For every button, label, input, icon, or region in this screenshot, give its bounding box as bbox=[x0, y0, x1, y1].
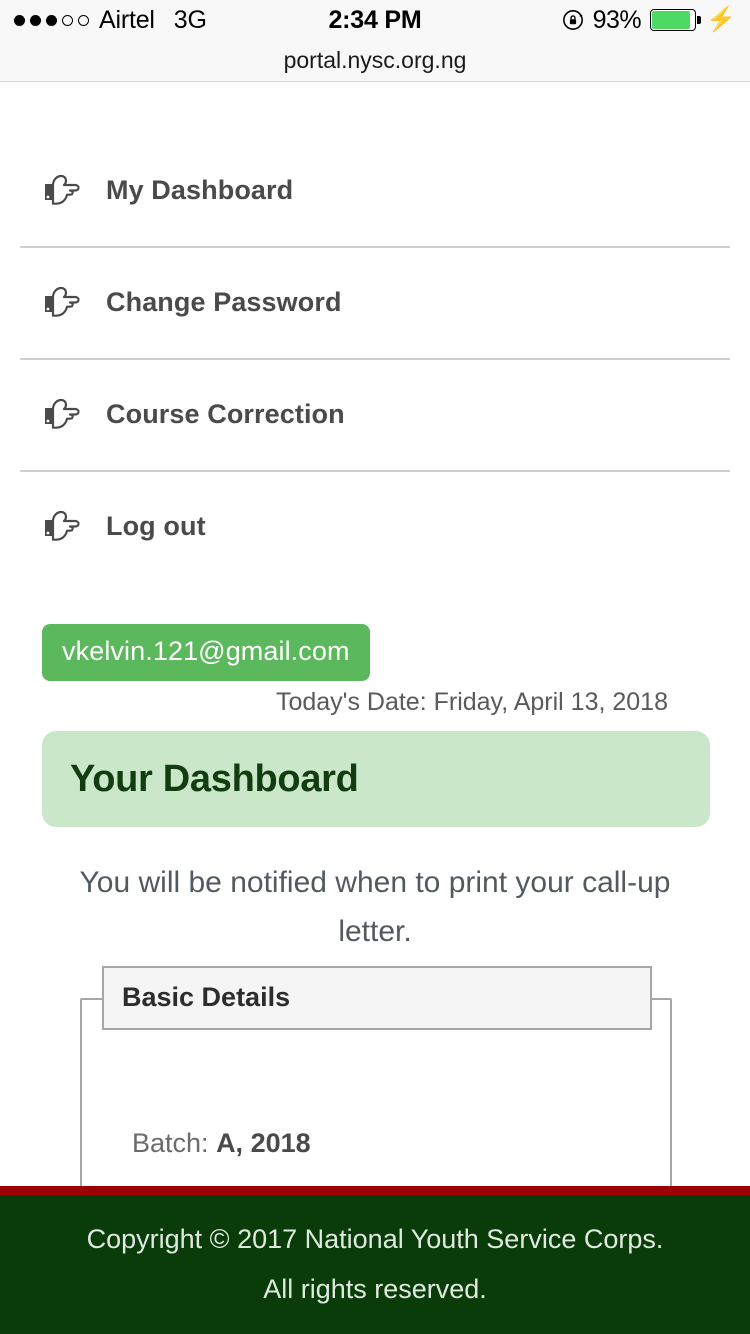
basic-details-legend-label: Basic Details bbox=[122, 982, 291, 1013]
callup-notice-text: You will be notified when to print your … bbox=[79, 866, 671, 948]
signal-dot-3 bbox=[46, 14, 57, 26]
rotation-lock-icon bbox=[562, 10, 583, 30]
status-bar-right: 93% ⚡ bbox=[562, 6, 736, 35]
signal-strength-icon bbox=[14, 14, 89, 26]
nav-item-label: My Dashboard bbox=[106, 174, 294, 205]
user-email-badge[interactable]: vkelvin.121@gmail.com bbox=[42, 624, 370, 681]
hand-point-right-icon bbox=[45, 286, 80, 317]
nav-item-course-correction[interactable]: Course Correction bbox=[0, 358, 750, 470]
browser-url-bar[interactable]: portal.nysc.org.ng bbox=[0, 40, 750, 82]
signal-dot-2 bbox=[30, 14, 41, 26]
battery-icon bbox=[650, 9, 701, 31]
hand-point-right-icon bbox=[45, 174, 80, 205]
dashboard-header-panel: Your Dashboard bbox=[42, 731, 710, 827]
basic-details-legend: Basic Details bbox=[102, 966, 652, 1031]
ios-status-bar: Airtel 3G 2:34 PM 93% ⚡ bbox=[0, 0, 750, 40]
carrier-label: Airtel bbox=[99, 5, 155, 34]
nav-item-label: Course Correction bbox=[106, 398, 345, 429]
nav-item-change-password[interactable]: Change Password bbox=[0, 246, 750, 358]
detail-row-batch: Batch: A, 2018 bbox=[132, 1128, 670, 1159]
clock-label: 2:34 PM bbox=[328, 5, 422, 34]
lightning-bolt-icon: ⚡ bbox=[706, 6, 736, 33]
hand-point-right-icon bbox=[45, 398, 80, 429]
todays-date-label: Today's Date: Friday, April 13, 2018 bbox=[275, 688, 668, 716]
status-bar-left: Airtel 3G bbox=[14, 6, 207, 35]
url-text[interactable]: portal.nysc.org.ng bbox=[284, 47, 467, 74]
signal-dot-4 bbox=[62, 14, 73, 26]
hand-point-right-icon bbox=[45, 510, 80, 541]
signal-dot-5 bbox=[78, 14, 89, 26]
detail-value: A, 2018 bbox=[216, 1128, 311, 1159]
detail-label: Batch: bbox=[132, 1128, 209, 1159]
nav-item-label: Log out bbox=[106, 510, 206, 541]
main-nav-list: My Dashboard Change Password Course Corr… bbox=[0, 82, 750, 582]
footer-copyright: Copyright © 2017 National Youth Service … bbox=[86, 1224, 664, 1304]
signal-dot-1 bbox=[14, 14, 25, 26]
network-type-label: 3G bbox=[173, 5, 207, 34]
account-email-row: vkelvin.121@gmail.com bbox=[0, 582, 750, 681]
nav-item-my-dashboard[interactable]: My Dashboard bbox=[0, 134, 750, 246]
phone-screen: Airtel 3G 2:34 PM 93% ⚡ portal.nysc.org.… bbox=[0, 0, 750, 1334]
nav-item-log-out[interactable]: Log out bbox=[0, 470, 750, 582]
site-footer: Copyright © 2017 National Youth Service … bbox=[0, 1186, 750, 1334]
nav-item-label: Change Password bbox=[106, 286, 342, 317]
battery-percent-label: 93% bbox=[592, 5, 642, 34]
page-content: My Dashboard Change Password Course Corr… bbox=[0, 82, 750, 1334]
page-title: Your Dashboard bbox=[70, 757, 359, 800]
